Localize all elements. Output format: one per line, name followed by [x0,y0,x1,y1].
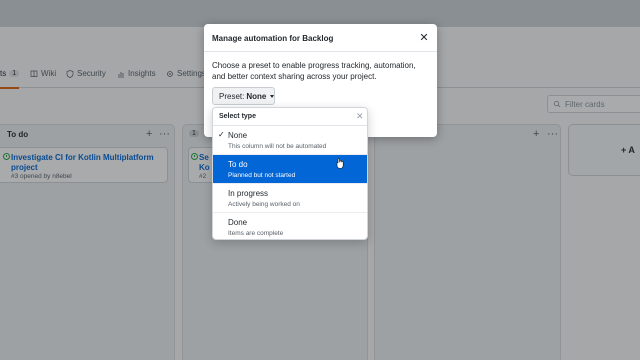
caret-down-icon [270,94,275,98]
close-icon[interactable]: ✕ [418,32,430,44]
modal-description: Choose a preset to enable progress track… [212,61,416,81]
modal-header: Manage automation for Backlog ✕ [204,24,437,52]
menu-item-in-progress[interactable]: In progress Actively being worked on [213,184,367,213]
modal-title: Manage automation for Backlog [212,34,334,43]
menu-header: Select type ✕ [213,108,367,126]
menu-item-done[interactable]: Done Items are complete [213,213,367,239]
menu-item-to-do[interactable]: To do Planned but not started [213,155,367,184]
preset-select-button[interactable]: Preset: None [212,87,275,105]
menu-title: Select type [219,113,256,120]
check-icon: ✓ [218,130,225,139]
select-type-menu: Select type ✕ ✓ None This column will no… [212,107,368,240]
menu-item-none[interactable]: ✓ None This column will not be automated [213,126,367,155]
close-icon[interactable]: ✕ [356,111,364,122]
mouse-pointer-icon [336,158,344,169]
